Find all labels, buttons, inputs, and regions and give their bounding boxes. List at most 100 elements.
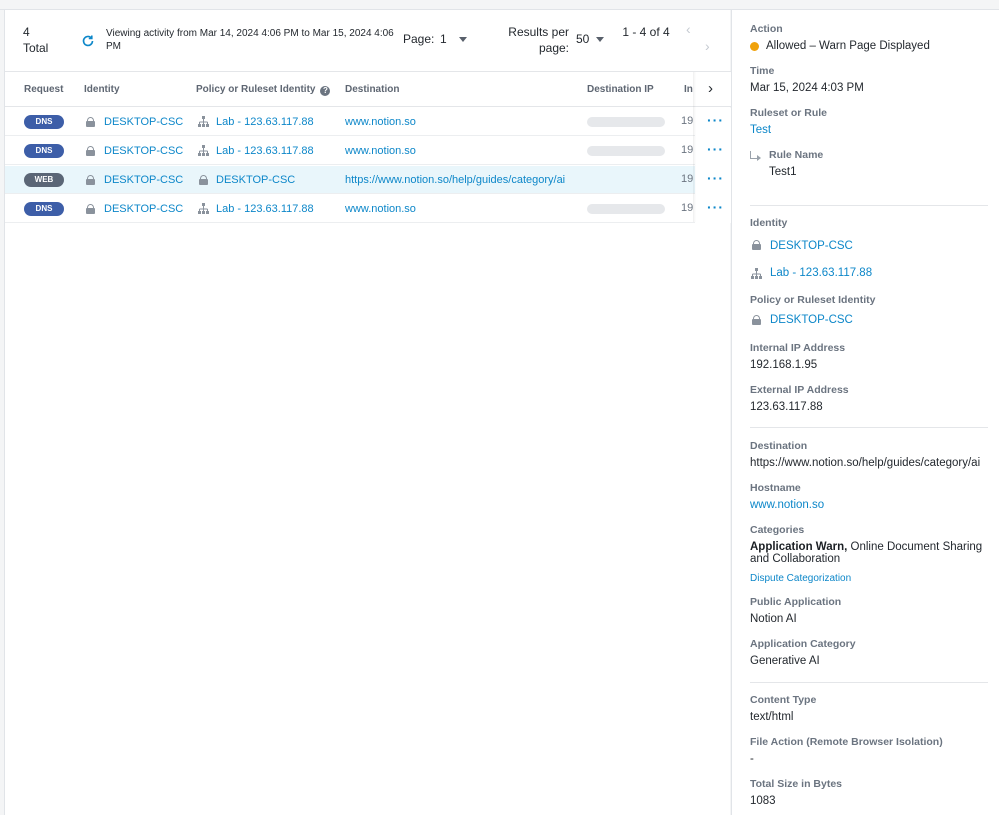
column-header-identity[interactable]: Identity xyxy=(84,84,120,95)
refresh-icon[interactable] xyxy=(81,34,95,48)
destination-ip-placeholder xyxy=(587,117,665,127)
policy-label: Policy or Ruleset Identity xyxy=(750,294,876,306)
destination-link[interactable]: www.notion.so xyxy=(345,144,575,158)
ruleset-link[interactable]: Test xyxy=(750,124,771,136)
internal-ip-label: Internal IP Address xyxy=(750,342,846,354)
internal-ip-clipped: 19 xyxy=(681,144,694,156)
policy-link[interactable]: Lab - 123.63.117.88 xyxy=(216,115,314,129)
page-select[interactable]: 1 xyxy=(440,32,447,46)
external-ip-value: 123.63.117.88 xyxy=(750,401,823,413)
next-page-icon[interactable]: › xyxy=(705,38,710,54)
policy-link[interactable]: DESKTOP-CSC xyxy=(216,173,295,187)
destination-label: Destination xyxy=(750,440,808,452)
total-count: 4 Total xyxy=(23,24,48,56)
identity-network-link[interactable]: Lab - 123.63.117.88 xyxy=(770,267,872,279)
public-app-value: Notion AI xyxy=(750,613,797,625)
table-row-selected[interactable]: WEB DESKTOP-CSC DESKTOP-CSC https://www.… xyxy=(5,166,695,194)
identity-link[interactable]: DESKTOP-CSC xyxy=(104,144,183,158)
page-chevron-down-icon[interactable] xyxy=(459,37,467,42)
scroll-columns-right-icon[interactable]: › xyxy=(708,80,713,97)
request-type-badge: DNS xyxy=(24,115,64,129)
lock-icon xyxy=(199,175,208,185)
total-size-value: 1083 xyxy=(750,795,776,807)
rule-name-label: Rule Name xyxy=(769,149,824,161)
activity-table-panel: 4 Total Viewing activity from Mar 14, 20… xyxy=(4,10,731,815)
time-label: Time xyxy=(750,65,775,77)
destination-value: https://www.notion.so/help/guides/catego… xyxy=(750,457,981,469)
app-category-label: Application Category xyxy=(750,638,856,650)
identity-link[interactable]: DESKTOP-CSC xyxy=(770,240,853,252)
details-panel: Action Allowed – Warn Page Displayed Tim… xyxy=(731,10,999,815)
ruleset-label: Ruleset or Rule xyxy=(750,107,828,119)
destination-link[interactable]: www.notion.so xyxy=(345,115,575,129)
rule-name-value: Test1 xyxy=(769,166,797,178)
content-type-label: Content Type xyxy=(750,694,817,706)
lock-icon xyxy=(86,117,95,127)
external-ip-label: External IP Address xyxy=(750,384,849,396)
lock-icon xyxy=(752,240,761,250)
file-action-value: - xyxy=(750,753,754,765)
identity-link[interactable]: DESKTOP-CSC xyxy=(104,173,183,187)
warning-icon xyxy=(750,42,759,51)
file-action-label: File Action (Remote Browser Isolation) xyxy=(750,736,943,748)
hostname-link[interactable]: www.notion.so xyxy=(750,499,824,511)
top-strip xyxy=(0,0,999,10)
internal-ip-clipped: 19 xyxy=(681,115,694,127)
action-label: Action xyxy=(750,23,783,35)
internal-ip-clipped: 19 xyxy=(681,202,694,214)
sub-item-arrow-head xyxy=(757,155,761,161)
public-app-label: Public Application xyxy=(750,596,842,608)
table-row[interactable]: DNS DESKTOP-CSC Lab - 123.63.117.88 www.… xyxy=(5,108,695,136)
internal-ip-value: 192.168.1.95 xyxy=(750,359,818,371)
policy-link[interactable]: Lab - 123.63.117.88 xyxy=(216,202,314,216)
column-header-policy[interactable]: Policy or Ruleset Identity? xyxy=(196,84,331,96)
destination-link[interactable]: https://www.notion.so/help/guides/catego… xyxy=(345,173,570,187)
column-header-request[interactable]: Request xyxy=(24,84,63,95)
categories-primary: Application Warn, xyxy=(750,541,848,553)
page: 4 Total Viewing activity from Mar 14, 20… xyxy=(0,0,999,815)
destination-ip-placeholder xyxy=(587,146,665,156)
more-actions-icon[interactable]: ··· xyxy=(707,141,724,157)
info-icon[interactable]: ? xyxy=(320,86,331,96)
divider xyxy=(750,205,988,206)
network-icon xyxy=(198,145,209,156)
network-icon xyxy=(198,203,209,214)
results-per-page-select[interactable]: 50 xyxy=(576,32,589,46)
network-icon xyxy=(198,116,209,127)
lock-icon xyxy=(752,315,761,325)
results-per-page-chevron-down-icon[interactable] xyxy=(596,37,604,42)
internal-ip-clipped: 19 xyxy=(681,173,694,185)
more-actions-icon[interactable]: ··· xyxy=(707,112,724,128)
hostname-label: Hostname xyxy=(750,482,801,494)
column-scroll-area xyxy=(695,72,731,106)
page-label: Page: xyxy=(403,32,435,46)
viewing-range-text: Viewing activity from Mar 14, 2024 4:06 … xyxy=(106,28,394,52)
identity-link[interactable]: DESKTOP-CSC xyxy=(104,202,183,216)
column-header-policy-label: Policy or Ruleset Identity xyxy=(196,84,316,95)
request-type-badge: DNS xyxy=(24,202,64,216)
table-header: Request Identity Policy or Ruleset Ident… xyxy=(5,72,731,107)
column-header-destination-ip[interactable]: Destination IP xyxy=(587,84,654,95)
destination-link[interactable]: www.notion.so xyxy=(345,202,575,216)
total-count-label: Total xyxy=(23,41,49,55)
destination-ip-placeholder xyxy=(587,204,665,214)
table-row[interactable]: DNS DESKTOP-CSC Lab - 123.63.117.88 www.… xyxy=(5,137,695,165)
lock-icon xyxy=(86,204,95,214)
identity-link[interactable]: DESKTOP-CSC xyxy=(104,115,183,129)
lock-icon xyxy=(86,146,95,156)
dispute-categorization-link[interactable]: Dispute Categorization xyxy=(750,573,851,584)
app-category-value: Generative AI xyxy=(750,655,820,667)
table-row[interactable]: DNS DESKTOP-CSC Lab - 123.63.117.88 www.… xyxy=(5,195,695,223)
column-header-destination[interactable]: Destination xyxy=(345,84,399,95)
request-type-badge: DNS xyxy=(24,144,64,158)
identity-label: Identity xyxy=(750,217,788,229)
action-value: Allowed – Warn Page Displayed xyxy=(766,40,930,52)
more-actions-icon[interactable]: ··· xyxy=(707,170,724,186)
policy-link[interactable]: DESKTOP-CSC xyxy=(770,314,853,326)
total-count-value: 4 xyxy=(23,25,30,39)
request-type-badge: WEB xyxy=(24,173,64,187)
more-actions-icon[interactable]: ··· xyxy=(707,199,724,215)
previous-page-icon[interactable]: ‹ xyxy=(686,21,691,37)
policy-link[interactable]: Lab - 123.63.117.88 xyxy=(216,144,314,158)
lock-icon xyxy=(86,175,95,185)
